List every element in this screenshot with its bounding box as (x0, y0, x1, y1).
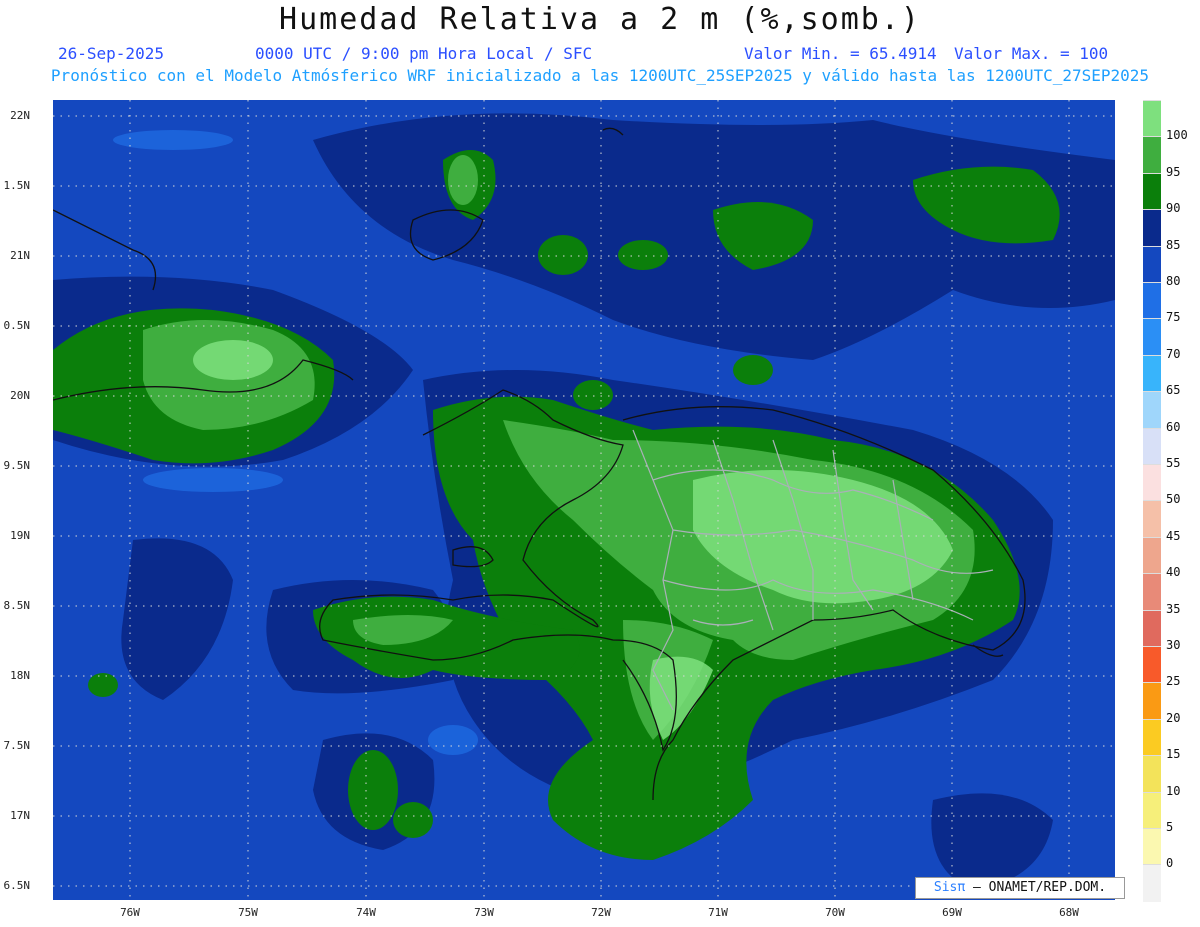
colorbar-swatch (1143, 427, 1161, 465)
lat-label-21-5n: 1.5N (3, 179, 31, 192)
colorbar-swatch (1143, 864, 1161, 902)
colorbar-swatch (1143, 682, 1161, 720)
colorbar-swatch (1143, 464, 1161, 502)
colorbar-swatch (1143, 609, 1161, 647)
colorbar-label: 25 (1166, 674, 1181, 689)
colorbar-swatch (1143, 500, 1161, 538)
lat-label-21n: 21N (10, 249, 30, 262)
colorbar-label: 65 (1166, 383, 1181, 398)
credit-box: Sisπ – ONAMET/REP.DOM. (915, 877, 1125, 899)
colorbar-label: 100 (1166, 128, 1188, 143)
lon-label-68w: 68W (1059, 906, 1079, 919)
colorbar-swatch (1143, 646, 1161, 684)
lon-label-75w: 75W (238, 906, 258, 919)
colorbar-label: 75 (1166, 310, 1181, 325)
colorbar-swatch (1143, 136, 1161, 174)
colorbar-swatch (1143, 755, 1161, 793)
lat-label-17n: 17N (10, 809, 30, 822)
colorbar-label: 85 (1166, 237, 1181, 252)
colorbar-swatch (1143, 391, 1161, 429)
min-value: Valor Min. = 65.4914 (744, 44, 937, 63)
colorbar-swatch (1143, 282, 1161, 320)
colorbar-label: 80 (1166, 274, 1181, 288)
lat-label-20n: 20N (10, 389, 30, 402)
colorbar-label: 45 (1166, 528, 1181, 543)
colorbar-label: 20 (1166, 710, 1181, 725)
colorbar-label: 15 (1166, 747, 1181, 762)
colorbar-swatch (1143, 318, 1161, 356)
colorbar-swatch (1143, 828, 1161, 866)
colorbar (1143, 100, 1161, 902)
colorbar-label: 90 (1166, 201, 1181, 216)
lat-label-20-5n: 0.5N (3, 319, 31, 332)
forecast-time: 0000 UTC / 9:00 pm Hora Local / SFC (255, 44, 593, 63)
forecast-date: 26-Sep-2025 (58, 44, 164, 63)
lat-label-19-5n: 9.5N (3, 459, 31, 472)
colorbar-swatch (1143, 209, 1161, 247)
colorbar-swatch (1143, 536, 1161, 575)
lat-label-22n: 22N (10, 109, 30, 122)
colorbar-label: 95 (1166, 164, 1181, 179)
colorbar-swatch (1143, 245, 1161, 283)
max-value: Valor Max. = 100 (954, 44, 1109, 63)
colorbar-label: 50 (1166, 492, 1181, 507)
lon-label-69w: 69W (942, 906, 962, 919)
lon-label-70w: 70W (825, 906, 845, 919)
lat-label-18-5n: 8.5N (3, 599, 31, 612)
colorbar-label: 40 (1166, 565, 1181, 580)
lat-label-18n: 18N (10, 669, 30, 682)
colorbar-label: 0 (1166, 856, 1174, 871)
lon-label-74w: 74W (356, 906, 376, 919)
lon-label-72w: 72W (591, 906, 611, 919)
colorbar-swatch (1143, 172, 1161, 211)
lon-label-76w: 76W (120, 906, 140, 919)
credit-text: – ONAMET/REP.DOM. (973, 880, 1107, 895)
colorbar-label: 10 (1166, 783, 1181, 798)
colorbar-swatch (1143, 100, 1161, 138)
lat-label-19n: 19N (10, 529, 30, 542)
lon-label-73w: 73W (474, 906, 494, 919)
model-subtitle: Pronóstico con el Modelo Atmósferico WRF… (50, 66, 1150, 85)
sispi-brand: Sisπ (933, 880, 966, 895)
lat-label-17-5n: 7.5N (3, 739, 31, 752)
colorbar-label: 60 (1166, 419, 1181, 434)
colorbar-label: 30 (1166, 638, 1181, 652)
colorbar-label: 55 (1166, 456, 1181, 470)
colorbar-label: 70 (1166, 346, 1181, 361)
colorbar-swatch (1143, 791, 1161, 829)
colorbar-label: 5 (1166, 820, 1174, 834)
humidity-map (53, 100, 1115, 900)
colorbar-swatch (1143, 718, 1161, 757)
lat-label-16-5n: 6.5N (3, 879, 31, 892)
chart-title: Humedad Relativa a 2 m (%,somb.) (279, 2, 921, 37)
colorbar-swatch (1143, 354, 1161, 393)
lon-label-71w: 71W (708, 906, 728, 919)
colorbar-swatch (1143, 573, 1161, 611)
colorbar-label: 35 (1166, 601, 1181, 616)
